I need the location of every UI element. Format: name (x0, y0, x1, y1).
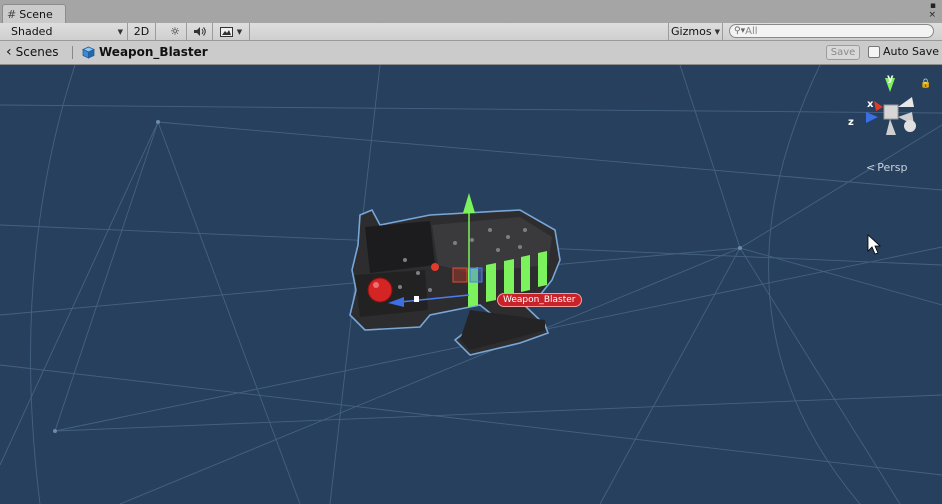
chevron-down-icon: ▼ (714, 27, 720, 36)
toggle-2d-button[interactable]: 2D (128, 23, 156, 40)
breadcrumb-separator (72, 46, 73, 59)
tab-strip: # Scene ▪ × (0, 0, 942, 23)
axis-x-label: x (867, 99, 874, 110)
breadcrumb-prefab-label: Weapon_Blaster (99, 45, 208, 59)
object-name-label[interactable]: Weapon_Blaster (497, 293, 582, 307)
search-icon: ⚲▾ (734, 26, 746, 36)
prefab-breadcrumb-bar: ‹ Scenes Weapon_Blaster Save Auto Save (0, 41, 942, 65)
window-controls: ▪ × (928, 2, 936, 20)
orientation-cube[interactable] (883, 104, 899, 120)
chevron-down-icon: ▼ (236, 27, 243, 36)
effects-dropdown[interactable]: ▼ (213, 23, 250, 40)
scene-toolbar: Shaded ▼ 2D ☼ ▼ Gizmos ▼ ⚲▾ All (0, 23, 942, 41)
auto-save-label: Auto Save (883, 45, 940, 58)
search-input[interactable]: ⚲▾ All (729, 24, 934, 38)
gizmo-plane-handle[interactable] (452, 267, 468, 283)
shading-mode-dropdown[interactable]: Shaded ▼ (0, 23, 128, 40)
breadcrumb-scenes[interactable]: ‹ Scenes (6, 45, 58, 59)
lock-icon[interactable]: 🔒 (920, 79, 931, 89)
gizmo-y-arrow[interactable] (463, 193, 475, 213)
lighting-toggle[interactable]: ☼ (164, 23, 187, 40)
sun-icon: ☼ (170, 25, 180, 38)
gizmos-dropdown[interactable]: Gizmos ▼ (668, 23, 723, 40)
tab-scene-label: Scene (19, 7, 53, 21)
gizmo-plane-handle-2[interactable] (469, 267, 483, 283)
shading-mode-label: Shaded (11, 25, 53, 38)
grid-icon: # (7, 7, 17, 21)
projection-label: Persp (877, 161, 908, 174)
auto-save-checkbox[interactable] (868, 45, 880, 58)
back-icon: ‹ (6, 44, 12, 60)
save-button[interactable]: Save (826, 45, 860, 60)
gizmo-center-handle[interactable] (414, 296, 419, 302)
scene-viewport[interactable]: y x z 🔒 < Persp Weapon_Blaster (0, 65, 942, 504)
orientation-neg-z-end[interactable] (904, 120, 916, 132)
gizmos-label: Gizmos (671, 25, 712, 38)
cube-icon (82, 46, 95, 59)
gizmo-x-handle[interactable] (431, 263, 439, 271)
breadcrumb-scenes-label: Scenes (15, 45, 59, 59)
mouse-cursor-icon (867, 234, 882, 255)
speaker-icon (193, 27, 206, 36)
orientation-gizmo[interactable] (866, 78, 916, 135)
axis-z-label: z (848, 117, 854, 128)
weapon-red-light-highlight (373, 282, 379, 288)
orientation-x-cone[interactable] (874, 101, 883, 111)
audio-toggle[interactable] (187, 23, 213, 40)
weapon-barrel (365, 221, 435, 273)
weapon-red-light (367, 277, 393, 303)
scene-canvas (0, 65, 942, 504)
axis-y-label: y (887, 73, 894, 84)
chevron-down-icon: ▼ (117, 27, 123, 36)
toggle-2d-label: 2D (133, 25, 150, 38)
auto-save-toggle[interactable]: Auto Save (868, 45, 939, 58)
orientation-neg-y-cone[interactable] (886, 119, 896, 135)
orientation-z-cone[interactable] (866, 112, 878, 123)
breadcrumb-prefab[interactable]: Weapon_Blaster (82, 45, 208, 59)
close-icon[interactable]: × (928, 11, 936, 20)
tab-scene[interactable]: # Scene (2, 4, 66, 23)
orientation-neg-z-cone[interactable] (898, 97, 914, 107)
search-placeholder: All (745, 25, 758, 37)
projection-toggle[interactable]: < Persp (866, 161, 907, 174)
perspective-icon: < (866, 161, 876, 174)
image-icon (219, 26, 233, 37)
